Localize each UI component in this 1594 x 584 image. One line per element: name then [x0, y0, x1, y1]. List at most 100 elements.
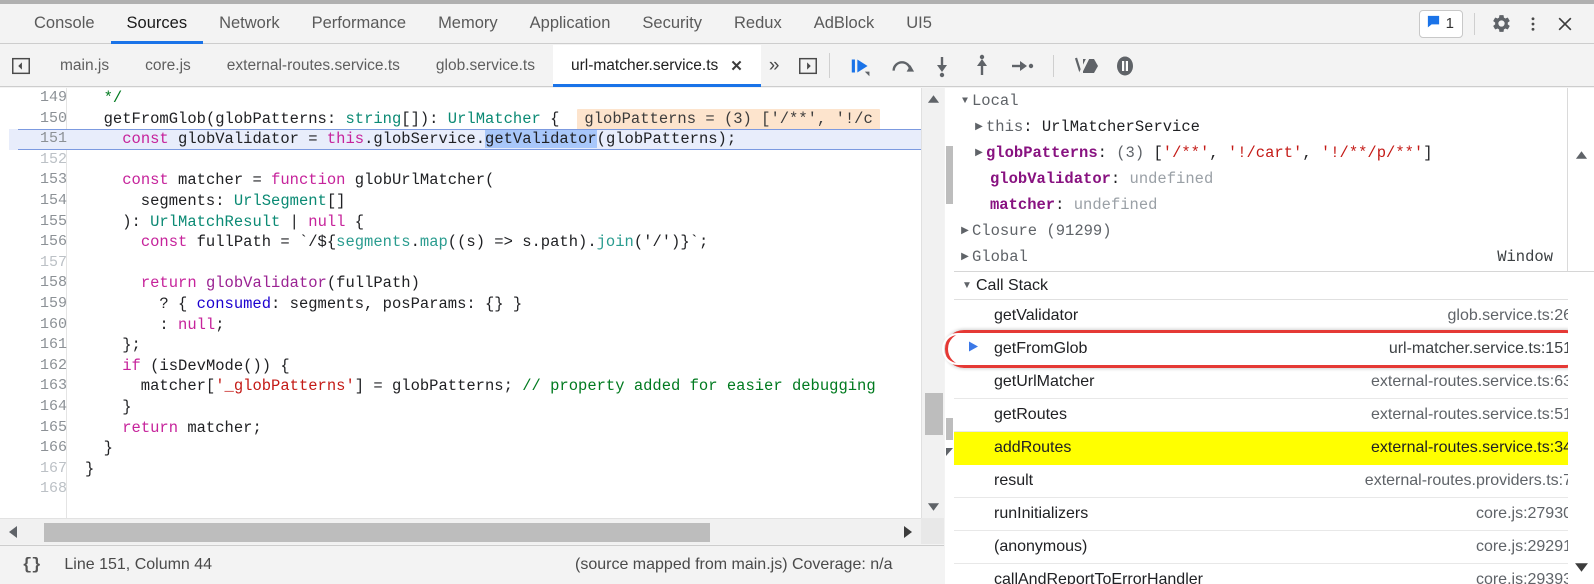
chevron-right-icon[interactable]: ▶	[958, 245, 972, 271]
step-icon[interactable]	[1004, 50, 1040, 82]
call-stack-function-name: runInitializers	[994, 505, 1089, 522]
chevron-right-icon[interactable]: ▶	[958, 219, 972, 245]
chevron-right-icon[interactable]: ▶	[972, 115, 986, 141]
call-stack-frame[interactable]: getRoutes external-routes.service.ts:51	[954, 399, 1594, 432]
code-line[interactable]: 151 const globValidator = this.globServi…	[9, 129, 921, 150]
call-stack-frame[interactable]: addRoutes external-routes.service.ts:34	[954, 432, 1594, 465]
scope-entry[interactable]: globValidator: undefined	[954, 166, 1567, 192]
code-line[interactable]: 164 }	[9, 397, 921, 418]
code-line[interactable]: 165 return matcher;	[9, 418, 921, 439]
call-stack-frame[interactable]: getUrlMatcher external-routes.service.ts:…	[954, 366, 1594, 399]
step-out-icon[interactable]	[964, 50, 1000, 82]
tab-application[interactable]: Application	[514, 4, 627, 43]
tab-sources[interactable]: Sources	[110, 4, 204, 44]
tab-adblock[interactable]: AdBlock	[798, 4, 891, 43]
code-line[interactable]: 167}	[9, 459, 921, 480]
editor-vertical-scrollbar[interactable]	[921, 88, 944, 518]
file-tabs-list: main.js core.js external-routes.service.ts…	[42, 45, 761, 87]
code-line[interactable]: 168	[9, 479, 921, 500]
code-line[interactable]: 158 return globValidator(fullPath)	[9, 273, 921, 294]
tab-console[interactable]: Console	[18, 4, 111, 43]
scope-scrollbar[interactable]	[1568, 88, 1594, 272]
tab-performance[interactable]: Performance	[296, 4, 422, 43]
scope-entry[interactable]: matcher: undefined	[954, 192, 1567, 218]
code-line[interactable]: 157	[9, 253, 921, 274]
scope-entry[interactable]: ▶ this: UrlMatcherService	[954, 114, 1567, 140]
step-into-icon[interactable]	[924, 50, 960, 82]
step-over-icon[interactable]	[884, 50, 920, 82]
file-tabs-overflow-button[interactable]: »	[761, 45, 788, 86]
sidebar-left-scrollbar[interactable]	[945, 88, 954, 584]
call-stack-frame[interactable]: callAndReportToErrorHandler core.js:29393	[954, 564, 1594, 584]
show-navigator-icon[interactable]	[0, 45, 42, 86]
code-token: null	[308, 212, 346, 231]
scope-local-header[interactable]: ▼ Local	[954, 88, 1567, 114]
editor-vscroll-thumb[interactable]	[925, 393, 943, 435]
tab-security[interactable]: Security	[626, 4, 718, 43]
code-token: }	[85, 397, 132, 416]
scope-entry[interactable]: ▶ Global Window	[954, 244, 1567, 270]
gear-icon[interactable]	[1486, 9, 1516, 39]
call-stack-frame[interactable]: result external-routes.providers.ts:7	[954, 465, 1594, 498]
file-tab-main.js[interactable]: main.js	[42, 45, 127, 86]
scope-scroll-up-icon[interactable]	[1568, 144, 1594, 166]
main-tab-bar: Console Sources Network Performance Memory Ap…	[0, 4, 1594, 44]
call-stack-scroll-down-icon[interactable]	[1568, 556, 1594, 578]
sidebar-scroll-thumb-upper[interactable]	[946, 146, 953, 204]
file-tab-label: external-routes.service.ts	[226, 56, 400, 74]
file-tab-core.js[interactable]: core.js	[127, 45, 209, 86]
message-badge-button[interactable]: 1	[1418, 9, 1463, 38]
code-line[interactable]: 152	[9, 150, 921, 171]
code-token: (globPatterns:	[205, 109, 346, 128]
scroll-left-arrow-icon[interactable]	[0, 519, 26, 545]
show-debugger-icon[interactable]	[787, 45, 829, 86]
call-stack-frame[interactable]: (anonymous) core.js:29291	[954, 531, 1594, 564]
file-tab-external-routes.service.ts[interactable]: external-routes.service.ts	[209, 45, 418, 86]
call-stack-scrollbar[interactable]	[1568, 272, 1594, 584]
code-line[interactable]: 159 ? { consumed: segments, posParams: {…	[9, 294, 921, 315]
file-tab-glob.service.ts[interactable]: glob.service.ts	[418, 45, 553, 86]
editor-horizontal-scrollbar[interactable]	[0, 518, 944, 544]
tab-ui5[interactable]: UI5	[890, 4, 948, 43]
code-editor[interactable]: 149 */150 getFromGlob(globPatterns: stri…	[0, 88, 944, 518]
code-line[interactable]: 166 }	[9, 438, 921, 459]
chevron-right-icon[interactable]: ▶	[972, 141, 986, 167]
scroll-right-arrow-icon[interactable]	[895, 519, 921, 545]
close-tab-icon[interactable]: ✕	[730, 57, 743, 75]
call-stack-frame[interactable]: getFromGlob url-matcher.service.ts:151	[942, 330, 1594, 368]
line-number: 158	[39, 274, 67, 292]
code-line[interactable]: 163 matcher['_globPatterns'] = globPatte…	[9, 376, 921, 397]
scope-entry[interactable]: ▶ globPatterns: (3) ['/**', '!/cart', '!/…	[954, 140, 1567, 166]
code-line[interactable]: 149 */	[9, 88, 921, 109]
scroll-up-arrow-icon[interactable]	[922, 88, 945, 110]
tab-redux[interactable]: Redux	[718, 4, 798, 43]
code-line[interactable]: 161 };	[9, 335, 921, 356]
call-stack-header[interactable]: ▼ Call Stack	[954, 272, 1594, 300]
sidebar-scroll-thumb-lower[interactable]	[946, 418, 953, 440]
code-line[interactable]: 160 : null;	[9, 315, 921, 336]
code-token: ('/')}`;	[633, 233, 709, 252]
tab-memory[interactable]: Memory	[422, 4, 514, 43]
code-line[interactable]: 155 ): UrlMatchResult | null {	[9, 212, 921, 233]
pretty-print-braces-icon[interactable]: {}	[22, 556, 41, 575]
code-line[interactable]: 154 segments: UrlSegment[]	[9, 191, 921, 212]
tab-network[interactable]: Network	[203, 4, 296, 43]
code-line[interactable]: 156 const fullPath = `/${segments.map((s…	[9, 232, 921, 253]
file-tab-url-matcher.service.ts[interactable]: url-matcher.service.ts ✕	[553, 45, 761, 87]
code-token: (globPatterns);	[596, 130, 737, 149]
scope-entry[interactable]: ▶ Closure (91299)	[954, 218, 1567, 244]
code-line[interactable]: 153 const matcher = function globUrlMatc…	[9, 170, 921, 191]
call-stack-frame[interactable]: getValidator glob.service.ts:26	[954, 300, 1594, 333]
editor-hscroll-thumb[interactable]	[44, 523, 710, 542]
close-icon[interactable]	[1550, 9, 1580, 39]
deactivate-breakpoints-icon[interactable]	[1067, 50, 1103, 82]
call-stack-frame[interactable]: runInitializers core.js:27930	[954, 498, 1594, 531]
sidebar-scroll-down-icon[interactable]	[945, 445, 954, 459]
pause-on-exceptions-icon[interactable]	[1107, 50, 1143, 82]
code-line[interactable]: 150 getFromGlob(globPatterns: string[]):…	[9, 108, 921, 130]
scroll-down-arrow-icon[interactable]	[922, 496, 945, 518]
code-line[interactable]: 162 if (isDevMode()) {	[9, 356, 921, 377]
play-icon[interactable]	[844, 50, 880, 82]
kebab-menu-icon[interactable]	[1518, 9, 1548, 39]
